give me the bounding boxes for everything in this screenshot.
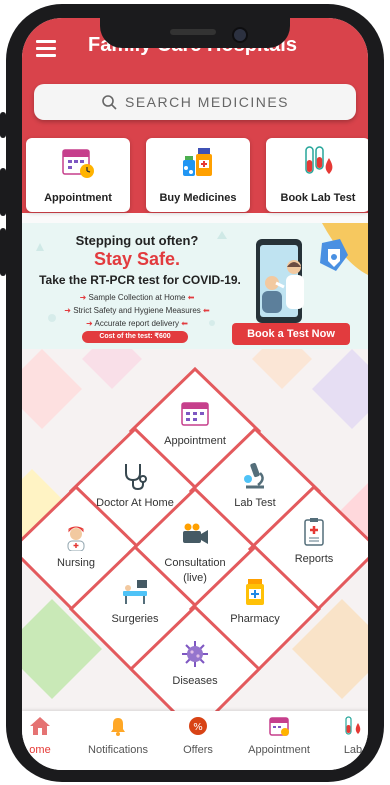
menu-icon[interactable] — [36, 40, 56, 57]
test-tube-icon — [305, 146, 333, 174]
virus-icon — [182, 641, 208, 667]
medicines-icon — [183, 148, 212, 176]
svg-text:%: % — [193, 722, 203, 733]
report-icon — [304, 518, 324, 546]
search-placeholder: SEARCH MEDICINES — [124, 94, 290, 110]
pharmacy-icon — [246, 579, 264, 605]
search-input[interactable]: SEARCH MEDICINES — [34, 84, 356, 120]
app-screen: Family Care Hospitals SEARCH MEDICINES A… — [22, 18, 368, 770]
video-camera-icon — [183, 523, 208, 544]
arrow-icon: ➜ — [79, 293, 89, 302]
bell-icon — [111, 718, 125, 736]
side-button — [0, 168, 6, 216]
calendar-icon — [269, 717, 289, 736]
service-lab-test[interactable]: Lab Test — [210, 461, 300, 511]
service-appointment[interactable]: Appointment — [150, 399, 240, 449]
test-cost-badge: Cost of the test: ₹600 — [82, 331, 188, 343]
surgery-icon — [123, 580, 147, 604]
banner-bullet: ➜ Strict Safety and Hygiene Measures ⬅ — [64, 306, 210, 315]
microscope-icon — [244, 462, 264, 489]
service-surgeries[interactable]: Surgeries — [92, 577, 178, 627]
covid-test-banner[interactable]: Stepping out often? Stay Safe. Take the … — [22, 223, 368, 349]
nav-appointment[interactable]: Appointment — [240, 715, 318, 756]
side-button — [0, 112, 6, 138]
book-test-now-button[interactable]: Book a Test Now — [232, 323, 350, 345]
test-tube-icon — [345, 716, 361, 735]
book-lab-test-card-label: Book Lab Test — [280, 192, 356, 204]
arrow-icon: ➜ — [64, 306, 74, 315]
service-nursing[interactable]: Nursing — [36, 521, 116, 571]
service-pharmacy[interactable]: Pharmacy — [210, 577, 300, 627]
service-doctor-at-home[interactable]: Doctor At Home — [92, 461, 178, 511]
nav-home[interactable]: ome — [28, 715, 52, 756]
banner-bullet: ➜ Accurate report delivery ⬅ — [86, 319, 188, 328]
stethoscope-icon — [125, 464, 147, 491]
home-icon — [30, 717, 50, 735]
buy-medicines-card-label: Buy Medicines — [159, 192, 237, 204]
services-grid: Appointment Doctor At Home Lab Test Nurs… — [22, 349, 368, 711]
nav-offers[interactable]: % Offers — [178, 715, 218, 756]
offers-icon: % — [189, 717, 207, 735]
nav-lab[interactable]: Lab — [338, 715, 368, 756]
bottom-navigation: ome Notifications % Offers Appointment L… — [22, 711, 368, 770]
side-button — [0, 228, 6, 276]
arrow-icon: ➜ — [86, 319, 95, 328]
appointment-card[interactable]: Appointment — [26, 138, 130, 212]
buy-medicines-card[interactable]: Buy Medicines — [146, 138, 250, 212]
phone-illustration — [256, 239, 348, 323]
book-lab-test-card[interactable]: Book Lab Test — [266, 138, 368, 212]
calendar-icon — [62, 149, 94, 178]
service-reports[interactable]: Reports — [272, 517, 356, 567]
banner-bullet: ➜ Sample Collection at Home ⬅ — [79, 293, 195, 302]
banner-line-1: Stepping out often? — [75, 233, 199, 248]
banner-line-2: Stay Safe. — [93, 249, 181, 269]
appointment-card-label: Appointment — [44, 192, 112, 204]
service-diseases[interactable]: Diseases — [150, 639, 240, 689]
nurse-icon — [67, 526, 85, 552]
phone-notch — [100, 18, 290, 48]
search-icon — [102, 95, 117, 110]
calendar-icon — [181, 402, 209, 426]
banner-line-3: Take the RT-PCR test for COVID-19. — [39, 273, 241, 287]
nav-notifications[interactable]: Notifications — [80, 715, 156, 756]
